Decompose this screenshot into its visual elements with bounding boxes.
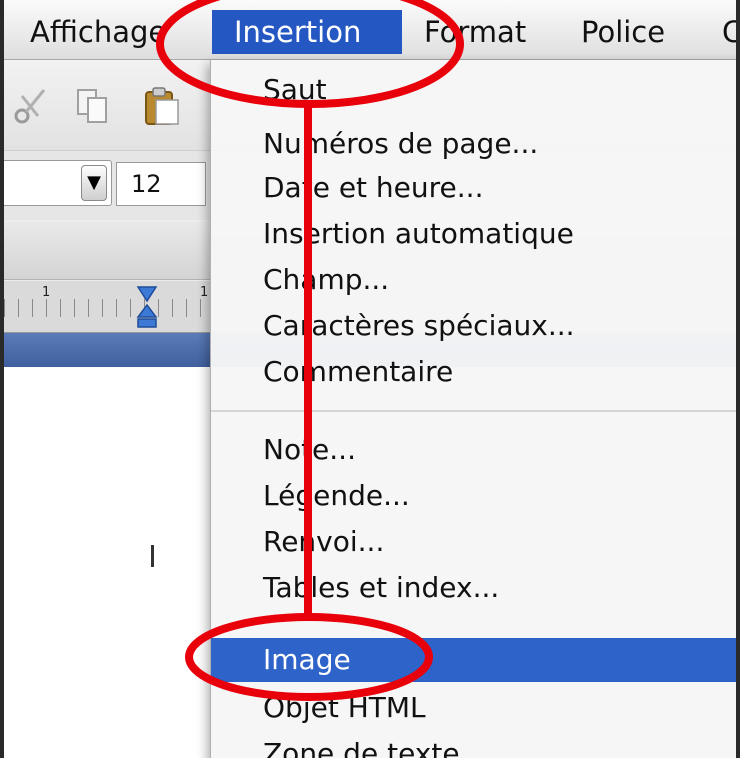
menu-format[interactable]: Format [424, 10, 526, 54]
font-name-combobox[interactable]: ▼ [4, 160, 112, 206]
paste-icon[interactable] [144, 86, 180, 126]
menu-affichage[interactable]: Affichage [30, 10, 166, 54]
menu-item-objet-html[interactable]: Objet HTML [211, 686, 736, 730]
chevron-down-icon[interactable]: ▼ [81, 165, 107, 201]
font-size-field[interactable]: 12 [116, 162, 206, 206]
indent-marker-icon[interactable] [136, 285, 158, 329]
menu-item-zone-de-texte[interactable]: Zone de texte [211, 732, 736, 758]
menu-item-numeros-de-page[interactable]: Numéros de page... [211, 122, 736, 166]
cut-icon[interactable] [12, 86, 48, 126]
menu-separator [211, 410, 736, 412]
menu-insertion[interactable]: Insertion [212, 10, 402, 54]
ruler-label: 1 [200, 285, 209, 300]
menu-item-legende[interactable]: Légende... [211, 474, 736, 518]
menu-item-date-et-heure[interactable]: Date et heure... [211, 166, 736, 210]
menu-item-champ[interactable]: Champ... [211, 258, 736, 302]
menu-item-saut[interactable]: Saut [211, 68, 736, 112]
menu-item-insertion-automatique[interactable]: Insertion automatique [211, 212, 736, 256]
menu-item-note[interactable]: Note... [211, 428, 736, 472]
menu-item-image[interactable]: Image [211, 638, 736, 682]
insertion-dropdown-menu: Saut Numéros de page... Date et heure...… [210, 60, 736, 758]
menu-truncated[interactable]: C [722, 10, 736, 54]
menu-item-caracteres-speciaux[interactable]: Caractères spéciaux... [211, 304, 736, 348]
menu-item-commentaire[interactable]: Commentaire [211, 350, 736, 394]
menu-police[interactable]: Police [581, 10, 665, 54]
app-window: Affichage Insertion Format Police C ▼ 12… [4, 0, 736, 758]
menu-bar: Affichage Insertion Format Police C [4, 0, 736, 60]
ruler-label: 1 [42, 285, 51, 300]
menu-item-tables-et-index[interactable]: Tables et index... [211, 566, 736, 610]
copy-icon[interactable] [74, 86, 110, 126]
text-cursor [151, 545, 154, 567]
ruler-ticks [4, 299, 214, 317]
menu-item-renvoi[interactable]: Renvoi... [211, 520, 736, 564]
